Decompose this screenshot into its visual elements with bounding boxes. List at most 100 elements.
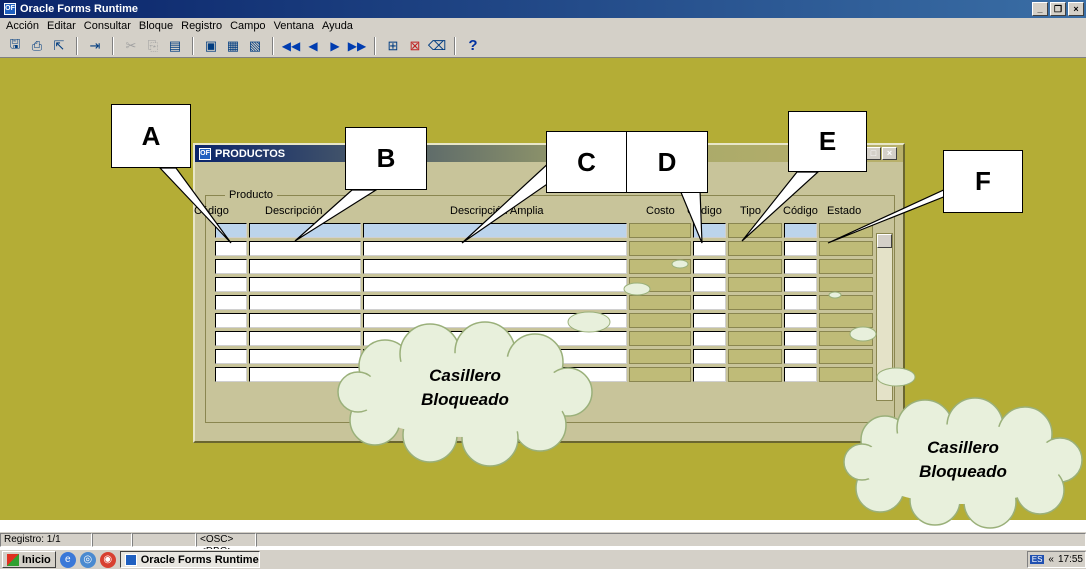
- create-record-icon[interactable]: ⊞: [384, 37, 402, 55]
- field-codigo-2[interactable]: [693, 241, 726, 256]
- form-maximize-button[interactable]: □: [866, 147, 881, 160]
- field-tipo: [728, 259, 782, 274]
- field-codigo-3[interactable]: [784, 223, 817, 238]
- field-descripcion-amplia[interactable]: [363, 223, 627, 238]
- internet-explorer-icon[interactable]: e: [59, 551, 76, 568]
- print-icon[interactable]: ⎙: [28, 37, 46, 55]
- tray-expand-icon[interactable]: «: [1048, 554, 1054, 565]
- exit-icon[interactable]: ⇱: [50, 37, 68, 55]
- field-codigo-3[interactable]: [784, 313, 817, 328]
- first-record-icon[interactable]: ◀◀: [282, 37, 300, 55]
- field-descripcion[interactable]: [249, 241, 361, 256]
- field-descripcion-amplia[interactable]: [363, 259, 627, 274]
- field-descripcion-amplia[interactable]: [363, 331, 627, 346]
- previous-record-icon[interactable]: ◀: [304, 37, 322, 55]
- field-codigo-2[interactable]: [693, 277, 726, 292]
- field-costo: [629, 259, 691, 274]
- delete-record-icon[interactable]: ▧: [246, 37, 264, 55]
- field-codigo-2[interactable]: [693, 259, 726, 274]
- field-codigo[interactable]: [215, 295, 247, 310]
- field-codigo-3[interactable]: [784, 259, 817, 274]
- insert-record-icon[interactable]: ▣: [202, 37, 220, 55]
- menu-bloque[interactable]: Bloque: [139, 20, 173, 32]
- save-icon[interactable]: 🖫: [6, 36, 24, 55]
- field-codigo-2[interactable]: [693, 295, 726, 310]
- field-tipo: [728, 241, 782, 256]
- field-descripcion[interactable]: [249, 277, 361, 292]
- field-codigo[interactable]: [215, 331, 247, 346]
- field-descripcion[interactable]: [249, 313, 361, 328]
- field-descripcion[interactable]: [249, 331, 361, 346]
- next-record-icon[interactable]: ▶: [326, 37, 344, 55]
- field-estado: [819, 331, 873, 346]
- browser-icon[interactable]: ◉: [99, 551, 116, 568]
- field-descripcion[interactable]: [249, 367, 361, 382]
- field-codigo-3[interactable]: [784, 241, 817, 256]
- menu-registro[interactable]: Registro: [181, 20, 222, 32]
- language-indicator[interactable]: ES: [1029, 555, 1045, 564]
- help-icon[interactable]: ?: [464, 37, 482, 55]
- scrollbar-thumb[interactable]: [877, 234, 892, 248]
- field-descripcion[interactable]: [249, 295, 361, 310]
- field-estado: [819, 313, 873, 328]
- field-codigo-2[interactable]: [693, 223, 726, 238]
- field-codigo[interactable]: [215, 259, 247, 274]
- field-codigo-2[interactable]: [693, 331, 726, 346]
- field-codigo-2[interactable]: [693, 349, 726, 364]
- status-message: [256, 532, 1086, 547]
- last-record-icon[interactable]: ▶▶: [348, 37, 366, 55]
- enter-query-icon[interactable]: ⇥: [86, 37, 104, 55]
- minimize-button[interactable]: _: [1032, 2, 1048, 16]
- clear-icon[interactable]: ⌫: [428, 37, 446, 55]
- field-codigo[interactable]: [215, 313, 247, 328]
- callout-b: B: [345, 127, 427, 190]
- menu-accion[interactable]: Acción: [6, 20, 39, 32]
- field-codigo[interactable]: [215, 367, 247, 382]
- field-descripcion-amplia[interactable]: [363, 313, 627, 328]
- outlook-icon[interactable]: ◎: [79, 551, 96, 568]
- menu-editar[interactable]: Editar: [47, 20, 76, 32]
- copy-icon[interactable]: ⎘: [144, 37, 162, 55]
- field-descripcion-amplia[interactable]: [363, 277, 627, 292]
- field-codigo-2[interactable]: [693, 367, 726, 382]
- menu-ventana[interactable]: Ventana: [274, 20, 314, 32]
- field-codigo[interactable]: [215, 349, 247, 364]
- toolbar: 🖫 ⎙ ⇱ ⇥ ✂ ⎘ ▤ ▣ ▦ ▧ ◀◀ ◀ ▶ ▶▶ ⊞ ⊠ ⌫ ?: [0, 34, 1086, 58]
- status-cell: [132, 532, 196, 547]
- field-codigo-3[interactable]: [784, 349, 817, 364]
- restore-button[interactable]: ❐: [1050, 2, 1066, 16]
- cut-icon[interactable]: ✂: [122, 37, 140, 55]
- field-codigo-3[interactable]: [784, 295, 817, 310]
- paste-icon[interactable]: ▤: [166, 37, 184, 55]
- field-codigo-3[interactable]: [784, 277, 817, 292]
- cloud-2-line-2: Bloqueado: [919, 462, 1007, 481]
- callout-f: F: [943, 150, 1023, 213]
- grid-scrollbar[interactable]: [876, 233, 893, 401]
- field-codigo-3[interactable]: [784, 367, 817, 382]
- menu-campo[interactable]: Campo: [230, 20, 265, 32]
- field-descripcion-amplia[interactable]: [363, 295, 627, 310]
- field-tipo: [728, 367, 782, 382]
- field-codigo-2[interactable]: [693, 313, 726, 328]
- col-header-codigo-3: Código: [783, 205, 818, 217]
- duplicate-record-icon[interactable]: ▦: [224, 37, 242, 55]
- menu-bar: Acción Editar Consultar Bloque Registro …: [0, 18, 1086, 34]
- field-codigo[interactable]: [215, 223, 247, 238]
- close-button[interactable]: ×: [1068, 2, 1084, 16]
- menu-ayuda[interactable]: Ayuda: [322, 20, 353, 32]
- field-descripcion-amplia[interactable]: [363, 241, 627, 256]
- field-codigo[interactable]: [215, 241, 247, 256]
- task-oracle-forms[interactable]: Oracle Forms Runtime: [119, 551, 260, 568]
- cloud-1-line-1: Casillero: [429, 366, 501, 385]
- field-descripcion[interactable]: [249, 223, 361, 238]
- menu-consultar[interactable]: Consultar: [84, 20, 131, 32]
- field-descripcion[interactable]: [249, 259, 361, 274]
- field-codigo-3[interactable]: [784, 331, 817, 346]
- field-descripcion-amplia[interactable]: [363, 349, 627, 364]
- field-codigo[interactable]: [215, 277, 247, 292]
- form-close-button[interactable]: ×: [882, 147, 897, 160]
- remove-record-icon[interactable]: ⊠: [406, 37, 424, 55]
- callout-d: D: [626, 131, 708, 193]
- start-button[interactable]: Inicio: [2, 551, 56, 568]
- field-descripcion[interactable]: [249, 349, 361, 364]
